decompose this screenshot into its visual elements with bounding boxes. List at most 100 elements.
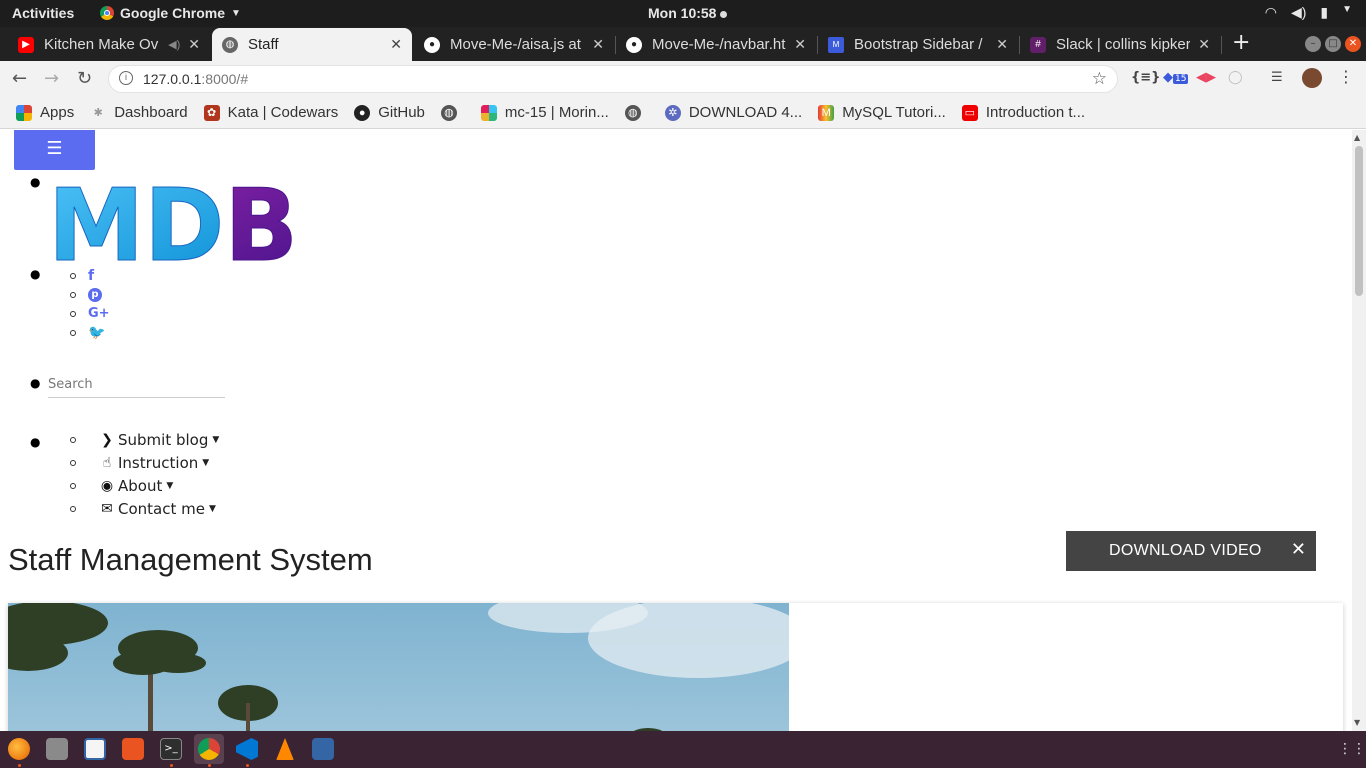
extension-badge-icon[interactable]: ◆ 15 xyxy=(1163,70,1189,85)
bookmark-globe[interactable]: ◍ xyxy=(440,104,465,121)
chrome-icon[interactable] xyxy=(198,738,220,760)
url-host: 127.0.0.1 xyxy=(143,71,202,87)
chevron-down-icon: ▼ xyxy=(208,503,216,514)
search-input[interactable]: Search xyxy=(48,375,225,398)
maximize-icon[interactable]: □ xyxy=(1325,36,1341,52)
extension-record-icon[interactable]: ◀▶ xyxy=(1196,70,1216,85)
info-icon[interactable]: i xyxy=(119,71,133,85)
social-item: 🐦 xyxy=(70,323,110,342)
hero-photo xyxy=(8,603,789,731)
bookmark-apps[interactable]: Apps xyxy=(16,104,74,121)
system-tray[interactable]: ◠ ◀) ▮ ▼ xyxy=(1265,4,1352,21)
scroll-up-icon[interactable]: ▲ xyxy=(1354,133,1360,142)
clock[interactable]: Mon 10:58 xyxy=(648,5,728,21)
vlc-icon[interactable] xyxy=(276,738,294,760)
slack-icon xyxy=(480,104,497,121)
scrollbar-thumb[interactable] xyxy=(1355,146,1363,296)
page-title: Staff Management System xyxy=(8,542,373,577)
chrome-icon xyxy=(100,6,114,20)
bookmark-mc15[interactable]: mc-15 | Morin... xyxy=(480,104,609,121)
close-icon[interactable]: ✕ xyxy=(188,36,200,53)
back-arrow-icon[interactable]: ← xyxy=(12,68,27,89)
menu-label: Instruction xyxy=(118,453,199,472)
list-bullet: ● xyxy=(30,175,41,189)
minimize-icon[interactable]: – xyxy=(1305,36,1321,52)
page-viewport: ☰ ● MDB ● f p G+ 🐦 ● Search ● ❯ Submit bl… xyxy=(0,130,1352,731)
tab-navbar[interactable]: ● Move-Me-/navbar.ht ✕ xyxy=(616,28,816,61)
download-video-button[interactable]: DOWNLOAD VIDEO ✕ xyxy=(1066,531,1316,571)
bookmark-dashboard[interactable]: ✱ Dashboard xyxy=(90,104,188,121)
tab-title: Slack | collins kipker xyxy=(1056,36,1191,53)
json-viewer-extension-icon[interactable]: {≡} xyxy=(1131,70,1160,85)
menu-item-about[interactable]: ◉ About ▼ xyxy=(70,474,219,497)
close-icon[interactable]: ✕ xyxy=(592,36,604,53)
writer-icon[interactable] xyxy=(84,738,106,760)
hero-card xyxy=(8,603,1343,731)
reload-icon[interactable]: ↻ xyxy=(77,68,92,89)
tab-title: Staff xyxy=(248,36,279,53)
firefox-icon[interactable] xyxy=(8,738,30,760)
menu-dots-icon[interactable]: ⋮ xyxy=(1338,67,1354,86)
tab-aisa-js[interactable]: ● Move-Me-/aisa.js at ✕ xyxy=(414,28,614,61)
bookmark-codewars[interactable]: ✿ Kata | Codewars xyxy=(203,104,338,121)
close-icon[interactable]: ✕ xyxy=(1291,539,1306,560)
terminal-icon[interactable]: >_ xyxy=(160,738,182,760)
bookmark-globe-2[interactable]: ◍ xyxy=(624,104,649,121)
globe-icon: ◍ xyxy=(624,104,641,121)
media-control-icon[interactable]: ☰ xyxy=(1271,70,1283,85)
notification-dot-icon xyxy=(720,10,728,18)
show-apps-icon[interactable]: ⋮⋮⋮ xyxy=(1338,741,1366,757)
bookmark-download[interactable]: ✲ DOWNLOAD 4... xyxy=(664,104,802,121)
slack-icon: # xyxy=(1030,36,1046,53)
activities-button[interactable]: Activities xyxy=(12,5,74,21)
forward-arrow-icon[interactable]: → xyxy=(44,68,59,89)
facebook-icon[interactable]: f xyxy=(88,268,94,284)
close-window-icon[interactable]: ✕ xyxy=(1345,36,1361,52)
bookmark-mysql[interactable]: M MySQL Tutori... xyxy=(818,104,946,121)
menu-item-submit-blog[interactable]: ❯ Submit blog ▼ xyxy=(70,428,219,451)
pinterest-icon[interactable]: p xyxy=(88,287,102,302)
page-scrollbar[interactable]: ▲ ▼ xyxy=(1352,130,1366,731)
close-icon[interactable]: ✕ xyxy=(1198,36,1210,53)
new-tab-button[interactable]: + xyxy=(1232,30,1250,55)
mdb-logo[interactable]: MDB xyxy=(46,170,306,266)
bookmark-github[interactable]: ● GitHub xyxy=(354,104,425,121)
film-reel-icon: ✲ xyxy=(664,104,681,121)
bookmark-star-icon[interactable]: ☆ xyxy=(1092,69,1107,89)
app-icon[interactable] xyxy=(312,738,334,760)
avatar[interactable] xyxy=(1302,68,1322,88)
tab-title: Kitchen Make Ov xyxy=(44,36,159,53)
url-text[interactable]: 127.0.0.1:8000/# xyxy=(143,71,248,87)
speaker-icon: ◀) xyxy=(168,39,181,51)
vscode-icon[interactable] xyxy=(236,738,258,760)
software-center-icon[interactable] xyxy=(122,738,144,760)
menu-item-instruction[interactable]: ☝ Instruction ▼ xyxy=(70,451,219,474)
files-icon[interactable] xyxy=(46,738,68,760)
mysql-icon: M xyxy=(818,104,835,121)
envelope-icon: ✉ xyxy=(101,500,113,517)
close-icon[interactable]: ✕ xyxy=(996,36,1008,53)
bookmark-label: Apps xyxy=(40,104,75,121)
close-icon[interactable]: ✕ xyxy=(794,36,806,53)
twitter-icon[interactable]: 🐦 xyxy=(88,325,105,341)
social-item: p xyxy=(70,285,110,304)
tab-kitchen[interactable]: ▶ Kitchen Make Ov ◀) ✕ xyxy=(8,28,210,61)
app-menu[interactable]: Google Chrome ▼ xyxy=(100,5,241,21)
tab-staff[interactable]: ◍ Staff ✕ xyxy=(212,28,412,61)
logo-letter: M xyxy=(48,170,144,266)
bookmarks-bar: Apps ✱ Dashboard ✿ Kata | Codewars ● GitHub… xyxy=(0,97,1366,129)
bookmark-label: Dashboard xyxy=(114,104,188,121)
github-icon: ● xyxy=(424,36,440,53)
menu-item-contact[interactable]: ✉ Contact me ▼ xyxy=(70,497,219,520)
scroll-down-icon[interactable]: ▼ xyxy=(1354,718,1360,727)
google-plus-icon[interactable]: G+ xyxy=(88,306,110,321)
tab-bootstrap-sidebar[interactable]: M Bootstrap Sidebar / ✕ xyxy=(818,28,1018,61)
hamburger-menu-button[interactable]: ☰ xyxy=(14,130,95,170)
address-bar[interactable]: i 127.0.0.1:8000/# ☆ xyxy=(108,65,1118,93)
extension-circle-icon[interactable]: ◯ xyxy=(1228,70,1243,85)
logo-letter: D xyxy=(144,170,224,266)
bookmark-introduction[interactable]: ▭ Introduction t... xyxy=(961,104,1085,121)
close-icon[interactable]: ✕ xyxy=(390,36,402,53)
codewars-icon: ✿ xyxy=(203,104,220,121)
tab-slack[interactable]: # Slack | collins kipker ✕ xyxy=(1020,28,1220,61)
